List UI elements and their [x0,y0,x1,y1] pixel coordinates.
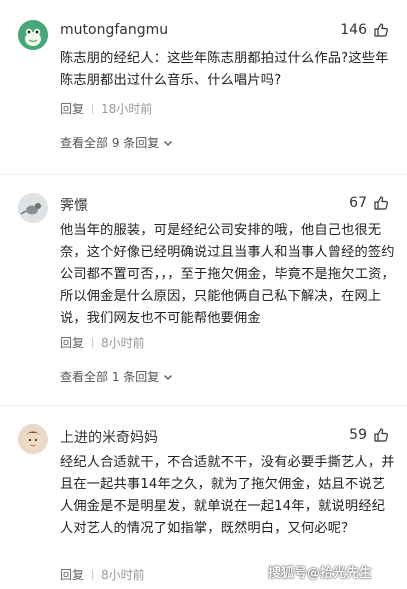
separator [92,103,94,114]
reply-button[interactable]: 回复 [60,334,84,351]
timestamp: 18小时前 [101,102,153,116]
view-all-label: 查看全部 1 条回复 [60,370,160,384]
comment-text: 经纪人合适就干，不合适就不干，没有必要手撕艺人，并且在一起共事14年之久，就为了… [60,455,395,536]
avatar[interactable] [18,193,48,223]
comment-text: 陈志朋的经纪人：这些年陈志朋都拍过什么作品?这些年陈志朋都出过什么音乐、什么唱片… [60,51,389,88]
reply-button[interactable]: 回复 [60,566,84,583]
thumbs-up-icon [374,196,388,210]
like-count: 146 [340,22,367,38]
separator [92,337,94,348]
divider [0,174,407,175]
avatar[interactable] [18,20,48,50]
baby-photo-avatar-icon [18,424,48,454]
timestamp: 8小时前 [101,568,145,582]
reply-button[interactable]: 回复 [60,100,84,117]
like-count: 59 [349,427,367,443]
bird-avatar-icon [18,193,48,223]
view-all-label: 查看全部 9 条回复 [60,136,160,150]
comment-meta: 回复 8小时前 [60,334,145,351]
like-button[interactable]: 146 [340,22,389,38]
like-button[interactable]: 67 [349,195,389,211]
comment-meta: 回复 8小时前 [60,566,145,583]
like-count: 67 [349,195,367,211]
chevron-down-icon [164,374,173,380]
separator [92,569,94,580]
username[interactable]: 霁憬 [60,195,88,215]
thumbs-up-icon [374,428,388,442]
thumbs-up-icon [374,23,388,37]
view-all-replies-button[interactable]: 查看全部 1 条回复 [60,368,173,385]
comment-text: 他当年的服装，可是经纪公司安排的哦，他自己也很无奈，这个好像已经明确说过且当事人… [60,223,395,326]
view-all-replies-button[interactable]: 查看全部 9 条回复 [60,134,173,151]
frog-avatar-icon [18,20,48,50]
username[interactable]: 上进的米奇妈妈 [60,427,158,447]
chevron-down-icon [164,140,173,146]
timestamp: 8小时前 [101,336,145,350]
avatar[interactable] [18,424,48,454]
divider [0,405,407,406]
username[interactable]: mutongfangmu [60,22,168,38]
watermark: 搜狐号@拾光先生 [268,566,373,581]
comment-meta: 回复 18小时前 [60,100,152,117]
like-button[interactable]: 59 [349,427,389,443]
